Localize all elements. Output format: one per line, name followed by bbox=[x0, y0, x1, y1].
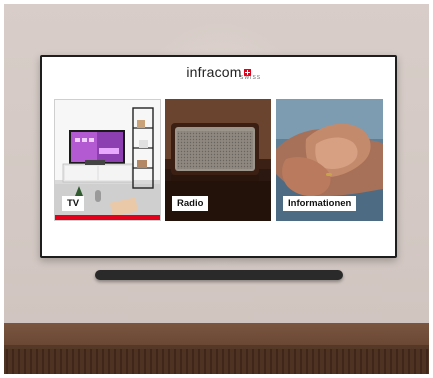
logo-wordmark: infracom bbox=[186, 64, 242, 80]
tile-informationen[interactable]: Informationen bbox=[276, 99, 383, 221]
tile-label-informationen: Informationen bbox=[283, 196, 357, 211]
sideboard-slats bbox=[0, 349, 433, 378]
wooden-sideboard bbox=[0, 323, 433, 378]
soundbar bbox=[95, 270, 343, 280]
tile-label-radio: Radio bbox=[172, 196, 209, 211]
infracom-logo: infracom bbox=[42, 64, 395, 82]
tv-screen: infracom SWISS TV Radio Informationen bbox=[42, 57, 395, 256]
logo-subtitle: SWISS bbox=[240, 75, 262, 81]
television: infracom SWISS TV Radio Informationen bbox=[40, 55, 397, 258]
tile-tv[interactable]: TV bbox=[54, 99, 161, 221]
tile-label-tv: TV bbox=[62, 196, 85, 211]
tile-radio[interactable]: Radio bbox=[165, 99, 271, 221]
sideboard-top bbox=[0, 323, 433, 345]
